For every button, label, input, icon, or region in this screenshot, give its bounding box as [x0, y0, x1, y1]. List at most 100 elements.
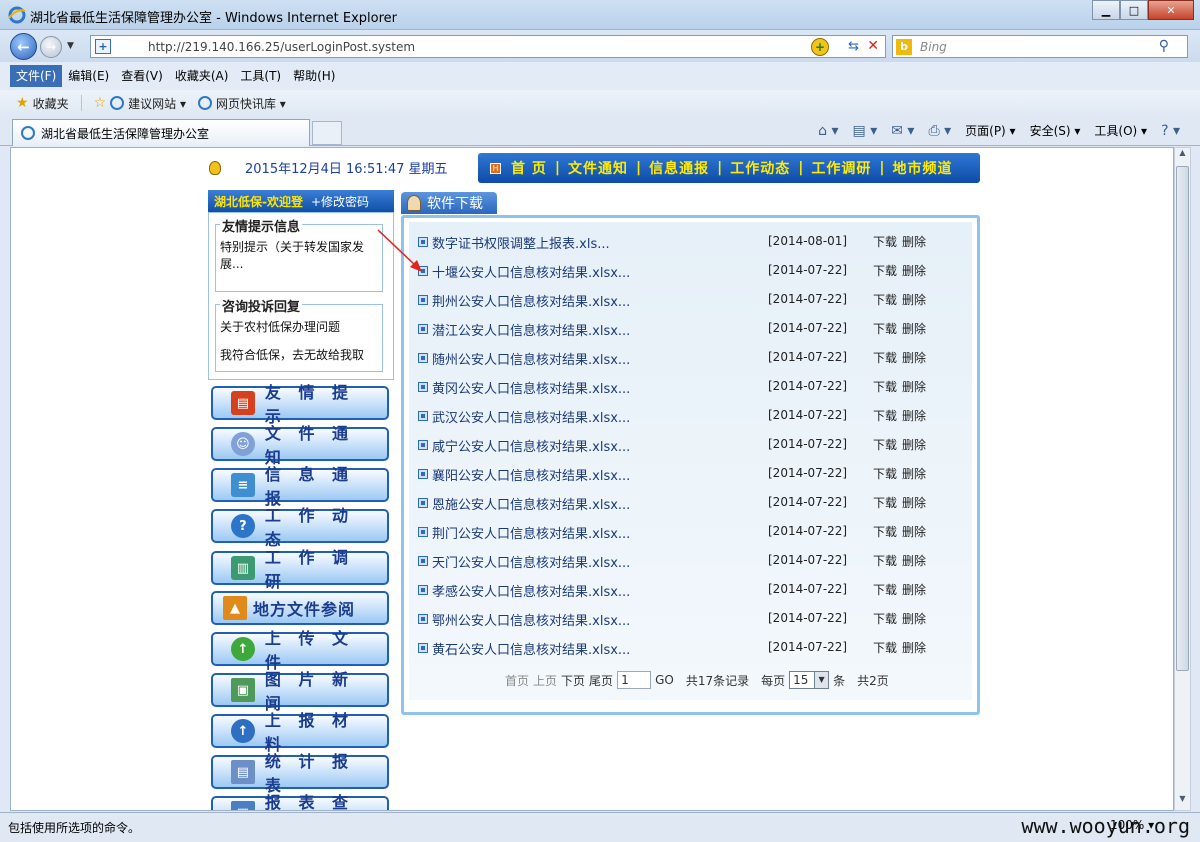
download-link[interactable]: 下载: [873, 291, 897, 308]
nav-work-research[interactable]: 工作调研: [811, 158, 871, 178]
pager-prev[interactable]: 上页: [533, 672, 557, 689]
close-button[interactable]: ✕: [1148, 0, 1194, 20]
maximize-button[interactable]: □: [1120, 0, 1148, 20]
file-name-link[interactable]: 黄石公安人口信息核对结果.xlsx...: [432, 639, 630, 658]
home-icon[interactable]: ⌂ ▾: [818, 123, 838, 139]
help-icon[interactable]: ? ▾: [1161, 123, 1180, 139]
menu-favorites[interactable]: 收藏夹(A): [169, 65, 235, 87]
file-name-link[interactable]: 数字证书权限调整上报表.xls...: [432, 233, 610, 252]
file-name-link[interactable]: 孝感公安人口信息核对结果.xlsx...: [432, 581, 630, 600]
scroll-up-icon[interactable]: ▲: [1175, 148, 1190, 164]
file-name-link[interactable]: 咸宁公安人口信息核对结果.xlsx...: [432, 436, 630, 455]
delete-link[interactable]: 删除: [902, 639, 926, 656]
side-btn-local-files[interactable]: ▲ 地方文件参阅: [211, 591, 389, 625]
search-field[interactable]: b Bing ⚲: [892, 35, 1188, 58]
feeds-icon[interactable]: ▤ ▾: [853, 123, 878, 139]
delete-link[interactable]: 删除: [902, 610, 926, 627]
download-link[interactable]: 下载: [873, 494, 897, 511]
scrollbar-thumb[interactable]: [1176, 166, 1189, 671]
add-favorite-icon[interactable]: ☆: [94, 95, 107, 111]
delete-link[interactable]: 删除: [902, 523, 926, 540]
delete-link[interactable]: 删除: [902, 465, 926, 482]
file-name-link[interactable]: 潜江公安人口信息核对结果.xlsx...: [432, 320, 630, 339]
file-name-link[interactable]: 武汉公安人口信息核对结果.xlsx...: [432, 407, 630, 426]
side-btn-work-research[interactable]: ▥ 工 作 调 研: [211, 548, 389, 591]
file-name-link[interactable]: 荆门公安人口信息核对结果.xlsx...: [432, 523, 630, 542]
delete-link[interactable]: 删除: [902, 581, 926, 598]
page-number-input[interactable]: 1: [617, 671, 652, 689]
download-link[interactable]: 下载: [873, 349, 897, 366]
download-link[interactable]: 下载: [873, 465, 897, 482]
menu-edit[interactable]: 编辑(E): [62, 65, 115, 87]
delete-link[interactable]: 删除: [902, 320, 926, 337]
nav-file-notices[interactable]: 文件通知: [568, 158, 628, 178]
side-btn-submit-material[interactable]: ↑ 上 报 材 料: [211, 711, 389, 754]
download-link[interactable]: 下载: [873, 233, 897, 250]
side-btn-photo-news[interactable]: ▣ 图 片 新 闻: [211, 670, 389, 713]
file-name-link[interactable]: 随州公安人口信息核对结果.xlsx...: [432, 349, 630, 368]
delete-link[interactable]: 删除: [902, 349, 926, 366]
side-btn-upload-file[interactable]: ↑ 上 传 文 件: [211, 629, 389, 672]
url-field[interactable]: + http://219.140.166.25/userLoginPost.sy…: [90, 35, 886, 58]
consult-item[interactable]: 我符合低保，去无故给我取: [220, 347, 378, 364]
download-link[interactable]: 下载: [873, 523, 897, 540]
download-link[interactable]: 下载: [873, 378, 897, 395]
browser-tab-active[interactable]: 湖北省最低生活保障管理办公室: [12, 119, 310, 146]
menu-tools[interactable]: 工具(T): [234, 65, 287, 87]
side-btn-file-notices[interactable]: ☺ 文 件 通 知: [211, 424, 389, 467]
stop-icon[interactable]: ✕: [867, 38, 879, 54]
side-btn-work-updates[interactable]: ? 工 作 动 态: [211, 506, 389, 549]
print-icon[interactable]: ⎙ ▾: [928, 123, 951, 139]
delete-link[interactable]: 删除: [902, 291, 926, 308]
nav-city-channel[interactable]: 地市频道: [893, 158, 953, 178]
file-name-link[interactable]: 荆州公安人口信息核对结果.xlsx...: [432, 291, 630, 310]
delete-link[interactable]: 删除: [902, 407, 926, 424]
side-btn-report-query[interactable]: ▦ 报 表 查 询: [211, 793, 389, 810]
nav-info-bulletin[interactable]: 信息通报: [649, 158, 709, 178]
delete-link[interactable]: 删除: [902, 262, 926, 279]
delete-link[interactable]: 删除: [902, 378, 926, 395]
page-menu[interactable]: 页面(P) ▾: [965, 122, 1015, 139]
download-link[interactable]: 下载: [873, 639, 897, 656]
tools-menu[interactable]: 工具(O) ▾: [1094, 122, 1147, 139]
pager-last[interactable]: 尾页: [589, 672, 613, 689]
download-link[interactable]: 下载: [873, 436, 897, 453]
download-link[interactable]: 下载: [873, 320, 897, 337]
scroll-down-icon[interactable]: ▼: [1175, 794, 1190, 810]
consult-item[interactable]: 关于农村低保办理问题: [220, 319, 378, 336]
file-name-link[interactable]: 黄冈公安人口信息核对结果.xlsx...: [432, 378, 630, 397]
suggested-sites-button[interactable]: ☆ 建议网站 ▾: [94, 95, 186, 112]
file-name-link[interactable]: 天门公安人口信息核对结果.xlsx...: [432, 552, 630, 571]
per-page-select[interactable]: 15 ▼: [789, 671, 830, 689]
delete-link[interactable]: 删除: [902, 233, 926, 250]
url-text[interactable]: http://219.140.166.25/userLoginPost.syst…: [148, 40, 415, 54]
favorites-button[interactable]: ★ 收藏夹: [16, 95, 69, 112]
file-name-link[interactable]: 十堰公安人口信息核对结果.xlsx...: [432, 262, 630, 281]
menu-view[interactable]: 查看(V): [115, 65, 169, 87]
compatibility-view-icon[interactable]: +: [811, 38, 829, 56]
pager-first[interactable]: 首页: [505, 672, 529, 689]
download-link[interactable]: 下载: [873, 407, 897, 424]
refresh-icon[interactable]: ⇆: [848, 39, 859, 54]
new-tab-button[interactable]: [312, 121, 342, 145]
side-btn-friendly-tips[interactable]: ▤ 友 情 提 示: [211, 383, 389, 426]
change-password-link[interactable]: +修改密码: [311, 193, 369, 210]
web-slice-gallery-button[interactable]: 网页快讯库 ▾: [197, 95, 286, 112]
vertical-scrollbar[interactable]: ▲ ▼: [1174, 147, 1191, 811]
side-btn-statistics[interactable]: ▤ 统 计 报 表: [211, 752, 389, 795]
mail-icon[interactable]: ✉ ▾: [891, 123, 914, 139]
history-dropdown-icon[interactable]: ▼: [67, 41, 74, 51]
back-button[interactable]: ←: [10, 33, 37, 60]
file-name-link[interactable]: 襄阳公安人口信息核对结果.xlsx...: [432, 465, 630, 484]
pager-go-button[interactable]: GO: [655, 673, 674, 687]
forward-button[interactable]: →: [40, 36, 62, 58]
file-name-link[interactable]: 恩施公安人口信息核对结果.xlsx...: [432, 494, 630, 513]
delete-link[interactable]: 删除: [902, 494, 926, 511]
side-btn-info-bulletin[interactable]: ≡ 信 息 通 报: [211, 465, 389, 508]
download-link[interactable]: 下载: [873, 552, 897, 569]
menu-file[interactable]: 文件(F): [10, 65, 63, 87]
pager-next[interactable]: 下页: [561, 672, 585, 689]
menu-help[interactable]: 帮助(H): [287, 65, 341, 87]
safety-menu[interactable]: 安全(S) ▾: [1030, 122, 1081, 139]
nav-home[interactable]: 首 页: [511, 158, 547, 178]
